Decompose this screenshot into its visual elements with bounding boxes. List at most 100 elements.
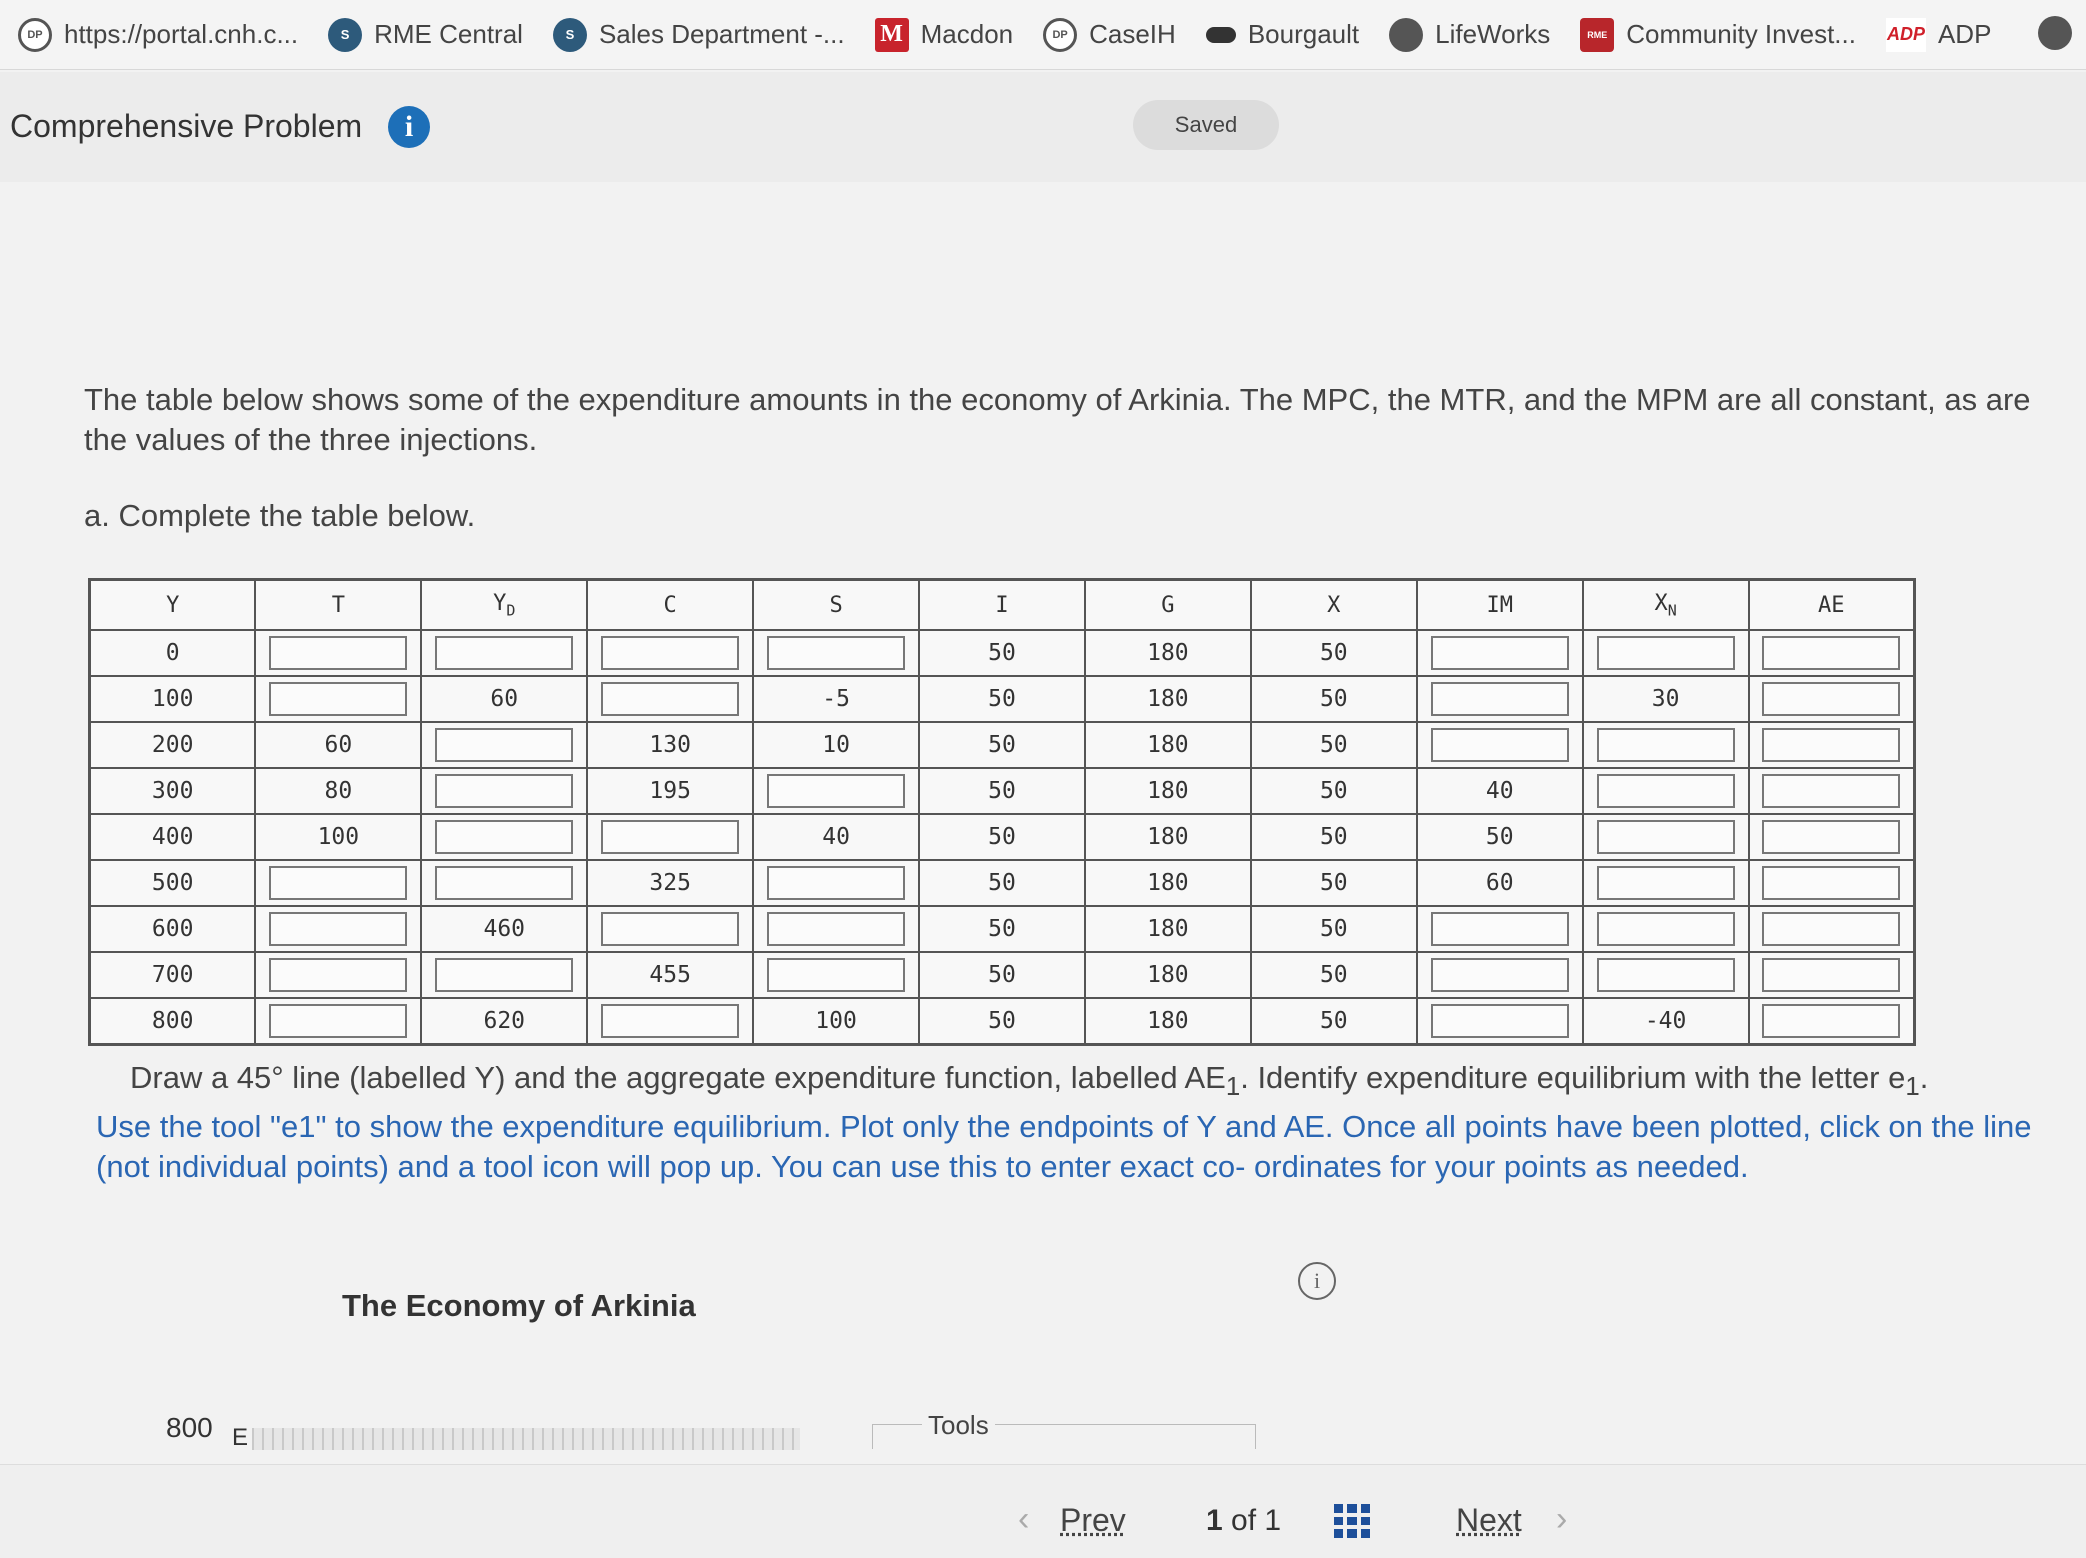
table-cell-t-input [254, 859, 423, 907]
bookmark-community-invest[interactable]: RME Community Invest... [1580, 17, 1856, 52]
table-cell-g: 180 [1083, 951, 1252, 999]
answer-input[interactable] [1596, 636, 1735, 670]
answer-input[interactable] [269, 636, 408, 670]
answer-input[interactable] [1430, 682, 1569, 716]
table-cell-t-input [254, 997, 423, 1046]
answer-input[interactable] [435, 958, 574, 992]
table-body: 0 50 180 50 100 60 -5 50 180 50 30 200 60 130 10 50 180 5… [88, 629, 1916, 1046]
table-cell-i: 50 [918, 997, 1086, 1046]
bookmark-sales-department[interactable]: S Sales Department -... [552, 17, 845, 52]
globe-icon[interactable] [2038, 16, 2072, 50]
answer-input[interactable] [601, 820, 740, 854]
bookmark-caseih[interactable]: DP CaseIH [1043, 17, 1176, 52]
table-cell-im-input [1415, 997, 1584, 1046]
answer-input[interactable] [767, 912, 906, 946]
bookmark-portal[interactable]: DP https://portal.cnh.c... [18, 17, 299, 52]
answer-input[interactable] [1762, 912, 1901, 946]
table-cell-im-input [1415, 721, 1584, 769]
answer-input[interactable] [1430, 912, 1569, 946]
table-cell-s-input [752, 859, 921, 907]
table-row: 200 60 130 10 50 180 50 [88, 721, 1916, 769]
answer-input[interactable] [601, 912, 740, 946]
table-cell-yd: 460 [420, 905, 589, 953]
answer-input[interactable] [435, 866, 574, 900]
answer-input[interactable] [1762, 1004, 1901, 1038]
table-cell-i: 50 [918, 767, 1086, 815]
answer-input[interactable] [1430, 636, 1569, 670]
answer-input[interactable] [767, 774, 906, 808]
table-cell-g: 180 [1083, 675, 1252, 723]
answer-input[interactable] [1430, 1004, 1569, 1038]
answer-input[interactable] [435, 728, 574, 762]
table-cell-yd-input [420, 629, 589, 677]
bookmark-label: CaseIH [1089, 19, 1176, 49]
bookmark-bourgault[interactable]: Bourgault [1205, 19, 1359, 50]
answer-input[interactable] [601, 682, 740, 716]
table-cell-ae-input [1747, 859, 1916, 907]
chevron-right-icon[interactable]: › [1556, 1500, 1567, 1539]
column-header-y: Y [88, 578, 257, 631]
answer-input[interactable] [269, 682, 408, 716]
table-cell-ae-input [1747, 905, 1916, 953]
answer-input[interactable] [1430, 728, 1569, 762]
answer-input[interactable] [767, 636, 906, 670]
bookmark-label: https://portal.cnh.c... [64, 19, 299, 49]
table-cell-t-input [254, 629, 423, 677]
prev-button[interactable]: Prev [1060, 1502, 1126, 1539]
answer-input[interactable] [269, 912, 408, 946]
table-cell-c-input [586, 905, 755, 953]
answer-input[interactable] [1762, 682, 1901, 716]
table-cell-yd-input [420, 767, 589, 815]
answer-input[interactable] [269, 958, 408, 992]
answer-input[interactable] [601, 636, 740, 670]
bookmark-lifeworks[interactable]: LifeWorks [1389, 17, 1550, 52]
info-icon[interactable]: i [1298, 1262, 1336, 1300]
answer-input[interactable] [269, 1004, 408, 1038]
table-row: 600 460 50 180 50 [88, 905, 1916, 953]
info-icon[interactable]: i [388, 106, 430, 148]
bookmark-adp[interactable]: ADP ADP [1885, 17, 1991, 52]
answer-input[interactable] [767, 958, 906, 992]
table-cell-x: 50 [1249, 859, 1418, 907]
bookmark-rme-central[interactable]: S RME Central [328, 17, 523, 52]
table-cell-im-input [1415, 629, 1584, 677]
table-cell-yd-input [420, 859, 589, 907]
answer-input[interactable] [1430, 958, 1569, 992]
answer-input[interactable] [1762, 774, 1901, 808]
table-cell-t-input [254, 905, 423, 953]
answer-input[interactable] [1762, 866, 1901, 900]
table-header-row: Y T YD C S I G X IM XN AE [88, 578, 1916, 631]
table-row: 700 455 50 180 50 [88, 951, 1916, 999]
column-header-ae: AE [1747, 578, 1916, 631]
answer-input[interactable] [601, 1004, 740, 1038]
table-row: 800 620 100 50 180 50 -40 [88, 997, 1916, 1046]
table-cell-xn: -40 [1581, 997, 1750, 1046]
table-cell-i: 50 [918, 951, 1086, 999]
answer-input[interactable] [1596, 774, 1735, 808]
answer-input[interactable] [767, 866, 906, 900]
answer-input[interactable] [1762, 728, 1901, 762]
answer-input[interactable] [435, 774, 574, 808]
table-cell-im: 40 [1415, 767, 1584, 815]
answer-input[interactable] [1596, 820, 1735, 854]
graph-plot-area[interactable] [252, 1428, 800, 1450]
next-button[interactable]: Next [1456, 1502, 1522, 1539]
answer-input[interactable] [269, 866, 408, 900]
answer-input[interactable] [1762, 820, 1901, 854]
answer-input[interactable] [1596, 866, 1735, 900]
answer-input[interactable] [1596, 958, 1735, 992]
answer-input[interactable] [435, 636, 574, 670]
answer-input[interactable] [435, 820, 574, 854]
table-row: 400 100 40 50 180 50 50 [88, 813, 1916, 861]
table-cell-s-input [752, 767, 921, 815]
table-cell-y: 100 [88, 675, 257, 723]
bookmark-macdon[interactable]: M Macdon [874, 17, 1013, 52]
grid-view-icon[interactable] [1334, 1504, 1370, 1538]
table-cell-y: 500 [88, 859, 257, 907]
chevron-left-icon[interactable]: ‹ [1018, 1500, 1029, 1539]
answer-input[interactable] [1596, 728, 1735, 762]
answer-input[interactable] [1762, 636, 1901, 670]
answer-input[interactable] [1762, 958, 1901, 992]
page-title: Comprehensive Problem [10, 108, 363, 144]
answer-input[interactable] [1596, 912, 1735, 946]
